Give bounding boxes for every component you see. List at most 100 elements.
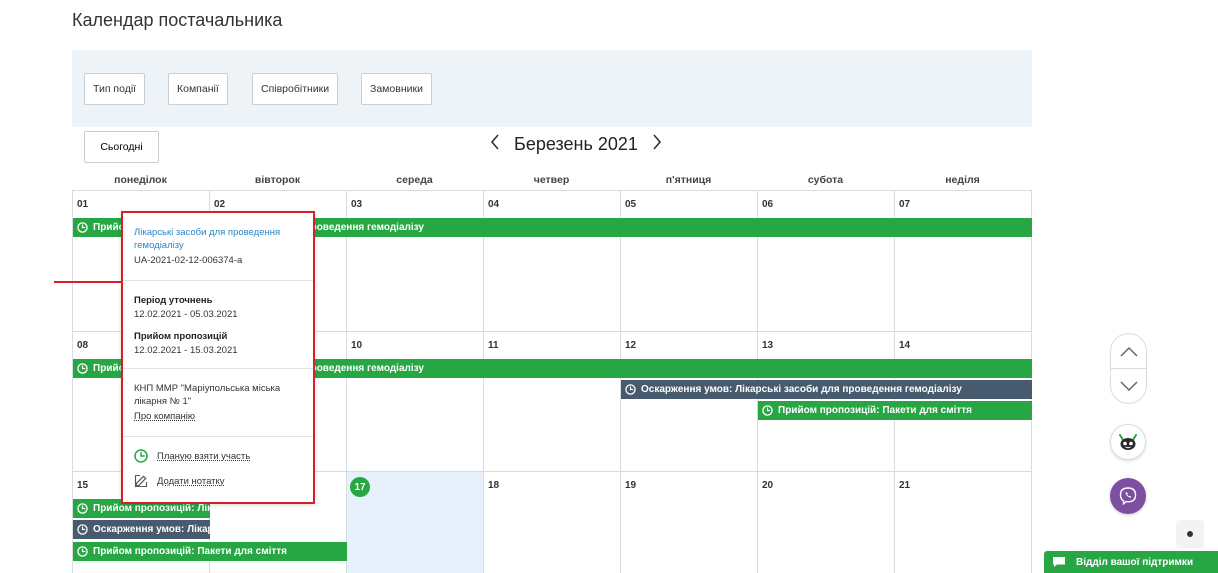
clock-icon [762,405,773,416]
offers-label: Прийом пропозицій [134,331,228,342]
day-number: 15 [77,480,89,491]
day-number: 04 [488,199,500,210]
day-number: 02 [214,199,226,210]
day-cell[interactable]: 07 [895,191,1032,332]
weekday-label: субота [807,174,844,186]
calendar-event[interactable]: Прийом пропозицій: Пакети для сміття [758,401,1032,420]
clarification-dates: 12.02.2021 - 05.03.2021 [134,309,238,320]
clock-icon [77,503,88,514]
weekday-label: четвер [533,174,570,186]
day-number: 06 [762,199,774,210]
tender-id: UA-2021-02-12-006374-a [134,255,243,266]
viber-icon [1119,487,1137,506]
plan-participate-action[interactable]: Планую взяти участь [134,449,250,463]
day-number: 12 [625,340,637,351]
tender-title-link[interactable]: Лікарські засоби для проведення гемодіал… [134,226,302,252]
scroll-control [1110,333,1147,404]
clock-icon [77,524,88,535]
weekday-label: вівторок [254,174,301,186]
record-button[interactable] [1176,520,1204,548]
event-detail-popup: Лікарські засоби для проведення гемодіал… [121,211,315,504]
day-cell[interactable]: 12 [621,332,758,472]
filter-customers-button[interactable]: Замовники [361,73,432,105]
add-note-action[interactable]: Додати нотатку [134,474,225,488]
event-title: Оскарження умов: Лікарські засоби для пр… [641,384,962,395]
day-number: 01 [77,199,89,210]
day-cell[interactable]: 21 [895,472,1032,573]
tender-info: Лікарські засоби для проведення гемодіал… [123,226,313,267]
divider [123,280,313,281]
weekday-label: п'ятниця [665,174,712,186]
day-number: 03 [351,199,363,210]
plan-participate-label: Планую взяти участь [157,450,251,462]
clock-icon [77,363,88,374]
month-navigation: Березень 2021 [490,132,662,156]
page-title: Календар постачальника [72,10,283,30]
event-title: Прийом пропозицій: Пакети для сміття [778,405,973,416]
day-number: 11 [488,340,499,351]
event-title: Прийом пропозицій: Пакети для сміття [93,546,288,557]
day-number: 07 [899,199,911,210]
calendar-event[interactable]: Прийом пропозицій: Пакети для сміття [73,542,347,561]
clock-icon [77,222,88,233]
filter-event-type-button[interactable]: Тип події [84,73,146,105]
company-name: КНП ММР "Маріупольська міська лікарня № … [134,383,281,407]
day-cell[interactable]: 19 [621,472,758,573]
day-cell[interactable]: 05 [621,191,758,332]
day-cell[interactable]: 10 [347,332,484,472]
edit-note-icon [134,474,148,488]
viber-button[interactable] [1110,478,1146,514]
prev-month-icon[interactable] [490,133,500,155]
day-number: 08 [77,340,89,351]
chat-icon [1053,557,1065,567]
periods-section: Період уточнень 12.02.2021 - 05.03.2021 … [123,294,313,357]
clock-icon [77,546,88,557]
add-note-label: Додати нотатку [157,475,225,487]
divider [123,368,313,369]
weekday-header: понеділок вівторок середа четвер п'ятниц… [72,174,1032,190]
weekday-label: середа [396,174,433,186]
chevron-down-icon[interactable] [1111,369,1146,403]
today-button[interactable]: Сьогодні [84,131,159,163]
day-cell[interactable]: 04 [484,191,621,332]
chevron-up-icon[interactable] [1111,334,1146,368]
today-day-badge: 17 [350,477,370,497]
day-number: 21 [899,480,911,491]
day-cell[interactable]: 18 [484,472,621,573]
about-company-link[interactable]: Про компанію [134,410,302,423]
filter-companies-button[interactable]: Компанії [168,73,228,105]
bot-button[interactable] [1110,424,1146,460]
record-dot-icon [1187,531,1193,537]
supplier-calendar-page: Календар постачальника Тип події Компані… [0,0,1218,573]
event-title: Прийом пропозицій: Лікарські засоби для … [93,503,210,514]
day-number: 05 [625,199,637,210]
day-cell-today[interactable]: 17 [347,472,484,573]
next-month-icon[interactable] [652,133,662,155]
day-cell[interactable]: 06 [758,191,895,332]
company-section: КНП ММР "Маріупольська міська лікарня № … [123,382,313,423]
day-number: 14 [899,340,911,351]
day-number: 20 [762,480,774,491]
filter-employees-button[interactable]: Співробітники [252,73,339,105]
event-title: Оскарження умов: Лікарські засоби для пр… [93,524,210,535]
clock-icon [134,449,148,463]
offers-dates: 12.02.2021 - 15.03.2021 [134,345,238,356]
divider [123,436,313,437]
support-label: Відділ вашої підтримки [1076,556,1194,568]
weekday-label: неділя [945,174,980,186]
day-number: 13 [762,340,774,351]
day-number: 18 [488,480,500,491]
day-cell[interactable]: 20 [758,472,895,573]
clarification-label: Період уточнень [134,295,213,306]
bot-icon [1119,434,1137,450]
day-number: 19 [625,480,637,491]
filter-bar: Тип події Компанії Співробітники Замовни… [72,50,1032,127]
day-number: 10 [351,340,363,351]
calendar-event[interactable]: Оскарження умов: Лікарські засоби для пр… [73,520,210,539]
month-label: Березень 2021 [514,133,638,154]
day-cell[interactable]: 03 [347,191,484,332]
calendar-event[interactable]: Оскарження умов: Лікарські засоби для пр… [621,380,1032,399]
weekday-label: понеділок [114,174,167,186]
day-cell[interactable]: 11 [484,332,621,472]
support-chat-button[interactable]: Відділ вашої підтримки [1044,551,1218,573]
